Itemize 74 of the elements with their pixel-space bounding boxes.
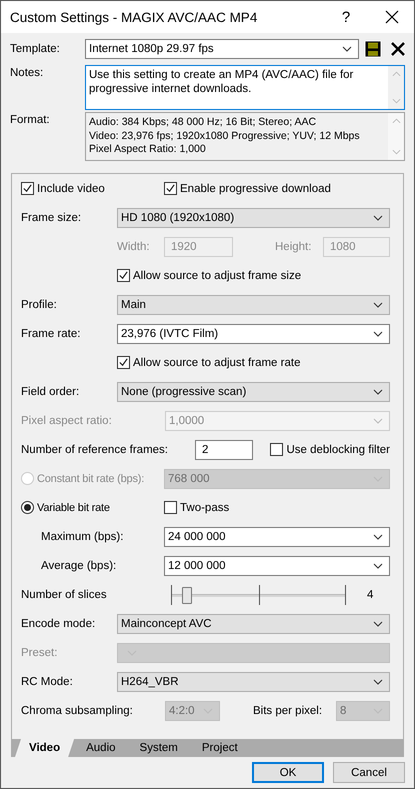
dropdown[interactable]: Main xyxy=(117,294,390,314)
field-label: Frame rate: xyxy=(21,328,82,340)
format-line: Pixel Aspect Ratio: 1,000 xyxy=(89,143,207,156)
number-field[interactable]: 2 xyxy=(195,440,254,460)
checkbox[interactable]: Two-pass xyxy=(164,501,230,514)
check-icon xyxy=(165,183,176,194)
close-icon xyxy=(385,10,399,24)
height-label: Height: xyxy=(275,240,312,252)
slider-track[interactable] xyxy=(171,584,346,604)
slider-thumb[interactable] xyxy=(182,586,192,604)
check-icon xyxy=(118,270,129,281)
format-label: Format: xyxy=(10,113,51,126)
field-label: Preset: xyxy=(21,646,58,658)
tab[interactable]: System xyxy=(128,739,190,757)
check-icon xyxy=(118,357,129,368)
dropdown[interactable]: HD 1080 (1920x1080) xyxy=(117,208,390,228)
format-line: Audio: 384 Kbps; 48 000 Hz; 16 Bit; Stereo; AAC xyxy=(89,116,318,130)
chevron-up-icon xyxy=(392,118,400,124)
field-label: Frame size: xyxy=(21,212,82,224)
dialog-button[interactable]: OK xyxy=(252,762,324,783)
scrollbar[interactable] xyxy=(388,66,404,109)
dropdown[interactable]: 24 000 000 xyxy=(164,526,390,546)
field-label: Field order: xyxy=(21,386,80,398)
field-label: RC Mode: xyxy=(21,676,74,688)
slider-value: 4 xyxy=(367,588,374,600)
chevron-down-icon xyxy=(342,46,352,52)
tab[interactable]: Project xyxy=(190,739,250,757)
chevron-down-icon xyxy=(373,562,383,568)
checkbox[interactable]: Allow source to adjust frame rate xyxy=(117,356,300,369)
save-icon[interactable] xyxy=(365,41,381,57)
chevron-down-icon xyxy=(392,149,400,155)
field-label: Chroma subsampling: xyxy=(21,704,134,716)
dropdown[interactable]: Mainconcept AVC xyxy=(117,614,390,634)
checkbox[interactable]: Include video xyxy=(21,182,164,195)
dialog-button[interactable]: Cancel xyxy=(333,762,405,783)
chevron-down-icon xyxy=(373,534,383,540)
radio-button[interactable]: Variable bit rate xyxy=(21,501,164,514)
notes-label: Notes: xyxy=(10,66,44,79)
chevron-down-icon xyxy=(373,678,383,684)
dropdown[interactable]: 12 000 000 xyxy=(164,556,390,576)
delete-icon[interactable] xyxy=(391,42,405,56)
check-icon xyxy=(22,183,33,194)
field-label: Bits per pixel: xyxy=(253,704,324,716)
field-label: Number of reference frames: xyxy=(21,444,170,456)
checkbox[interactable]: Allow source to adjust frame size xyxy=(117,269,302,282)
notes-field[interactable]: Use this setting to create an MP4 (AVC/AAC) file for progressive internet downloads. xyxy=(85,65,405,110)
field-label: Pixel aspect ratio: xyxy=(21,414,113,426)
chevron-down-icon xyxy=(373,418,383,424)
checkbox[interactable]: Use deblocking filter xyxy=(270,443,390,456)
chevron-down-icon xyxy=(392,98,400,104)
chevron-down-icon xyxy=(373,214,383,220)
tab[interactable]: Video xyxy=(15,739,74,757)
field-label: Average (bps): xyxy=(40,560,118,572)
format-line: Video: 23,976 fps; 1920x1080 Progressive; YUV; 12 Mbps xyxy=(89,130,361,143)
checkbox[interactable]: Enable progressive download xyxy=(164,182,331,195)
dropdown[interactable]: None (progressive scan) xyxy=(117,382,390,402)
scrollbar[interactable] xyxy=(388,113,404,160)
field-label: Maximum (bps): xyxy=(40,530,124,542)
chevron-up-icon xyxy=(392,71,400,77)
width-label: Width: xyxy=(117,240,151,252)
template-dropdown[interactable]: Internet 1080p 29.97 fps xyxy=(85,39,359,59)
field-label: Encode mode: xyxy=(21,618,96,630)
template-label: Template: xyxy=(10,43,61,55)
help-button[interactable]: ? xyxy=(324,1,368,33)
chevron-down-icon xyxy=(373,620,383,626)
tab[interactable]: Audio xyxy=(74,739,128,757)
window-title: Custom Settings - MAGIX AVC/AAC MP4 xyxy=(10,10,258,24)
chevron-down-icon xyxy=(373,302,383,308)
dropdown[interactable]: 23,976 (IVTC Film) xyxy=(117,324,390,344)
field-label: Profile: xyxy=(21,298,58,310)
chevron-down-icon xyxy=(373,388,383,394)
field-label: Number of slices xyxy=(21,588,108,600)
dropdown[interactable]: H264_VBR xyxy=(117,672,390,692)
chevron-down-icon xyxy=(373,330,383,336)
